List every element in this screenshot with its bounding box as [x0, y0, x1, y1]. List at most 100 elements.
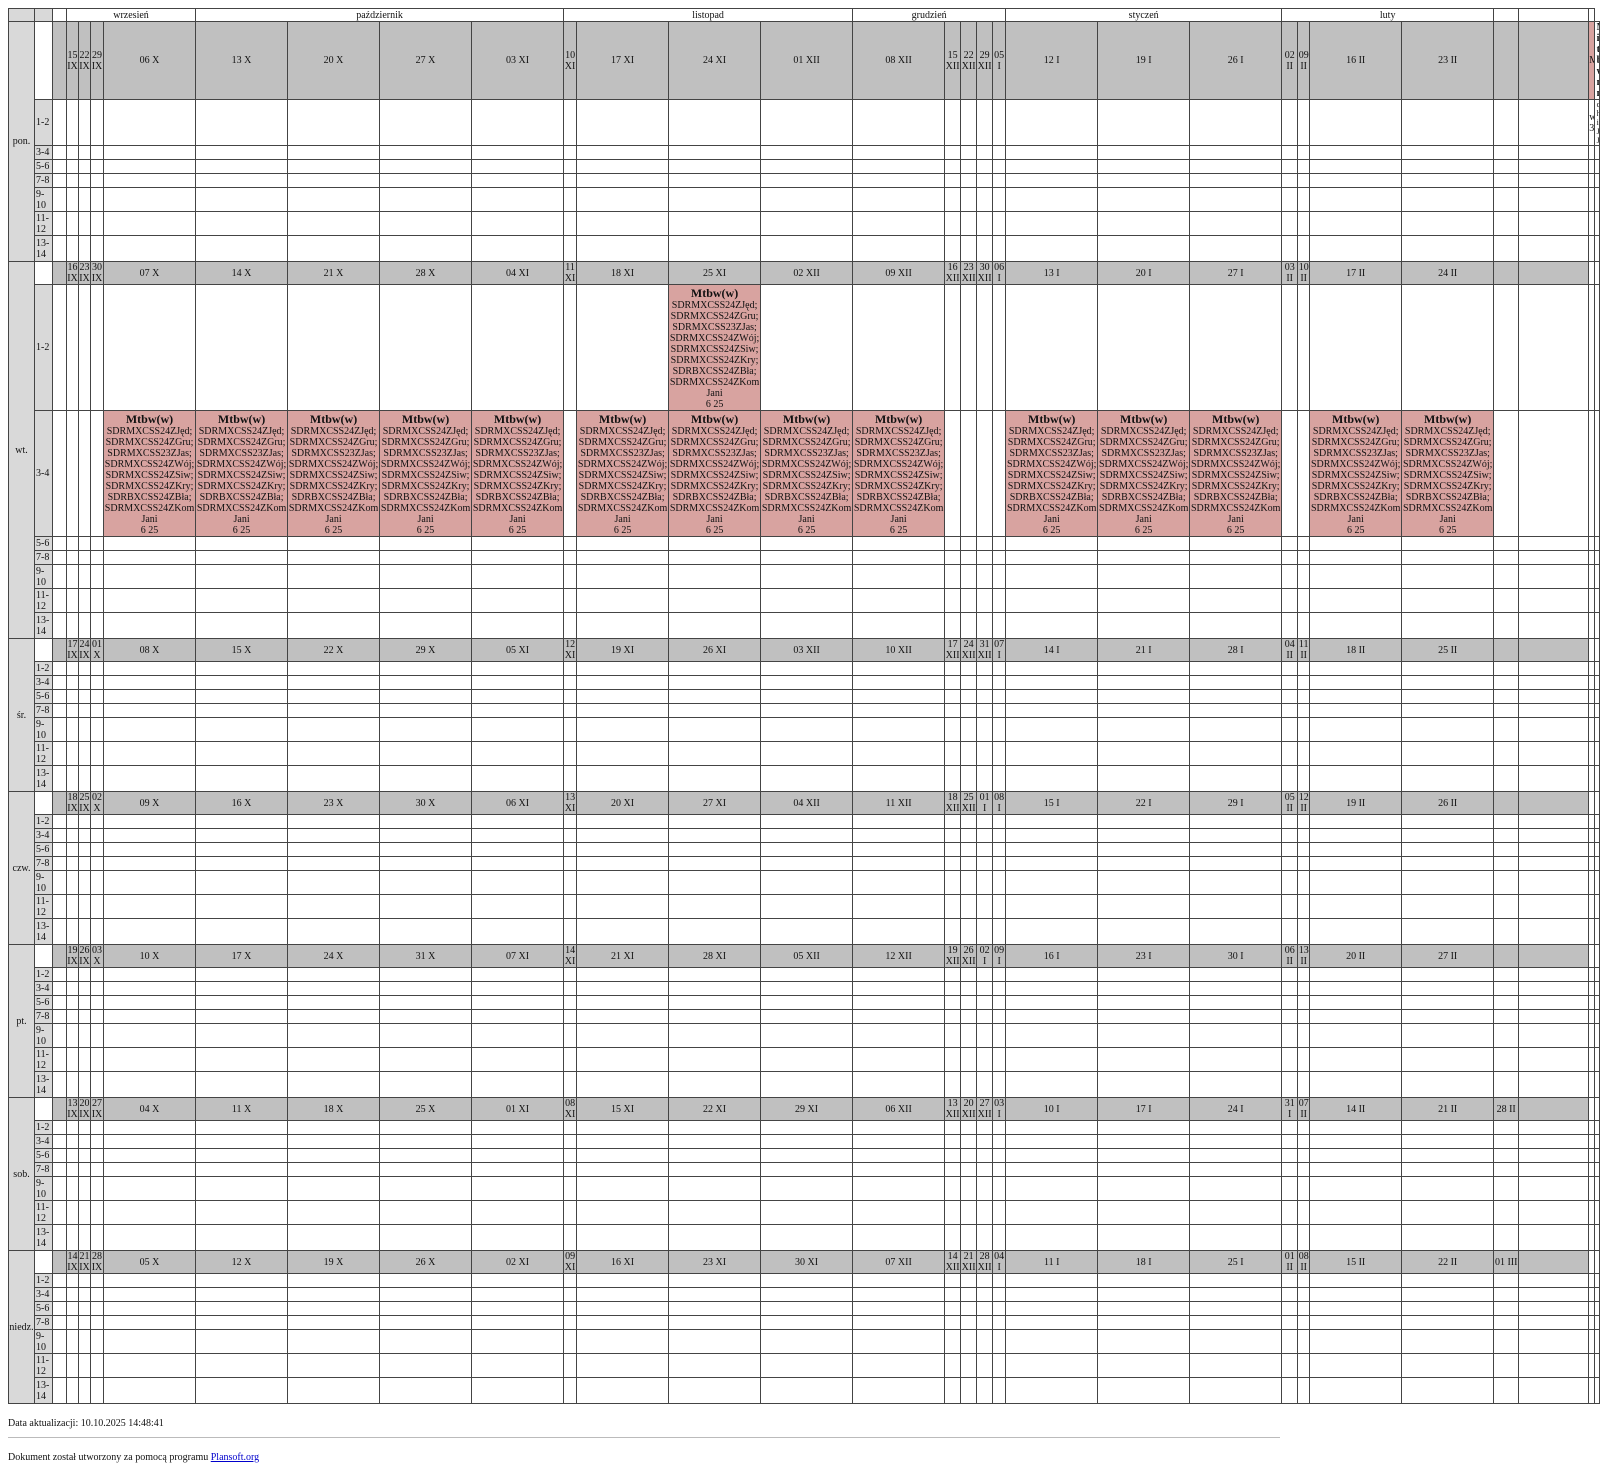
event-group: SDRMXCSS24ZGru;: [670, 311, 759, 322]
class-event[interactable]: Mtbw(w) SDRMXCSS24ZJęd; SDRMXCSS24ZGru; SDR…: [287, 410, 381, 537]
slot-cell: [944, 564, 962, 589]
slot-cell: [760, 1301, 854, 1316]
slot-spacer: [52, 870, 67, 895]
class-event[interactable]: Mtbw(w) SDRMXCSS24ZJęd; SDRMXCSS24ZGru; SDR…: [1401, 410, 1495, 537]
slot-header-blank: [52, 1097, 67, 1121]
slot-cell: [563, 981, 578, 996]
legend-extra: [1593, 1071, 1600, 1098]
event-group: SDRMXCSS24ZGru;: [197, 437, 286, 448]
slot-cell: [1518, 814, 1590, 829]
event-group: SDRMXCSS24ZJęd;: [671, 300, 758, 311]
class-event[interactable]: Mtbw(w) SDRMXCSS24ZJęd; SDRMXCSS24ZGru; SDR…: [1005, 410, 1099, 537]
class-event[interactable]: Mtbw(w) SDRMXCSS24ZJęd; SDRMXCSS24ZGru; SDR…: [102, 410, 197, 537]
slot-cell: [976, 828, 994, 843]
slot-cell: [1309, 717, 1403, 742]
slot-cell: [1493, 612, 1520, 639]
slot-cell: [760, 1353, 854, 1378]
event-group: SDRMXCSS24ZKom: [669, 377, 760, 388]
slot-cell: [195, 1176, 289, 1201]
slot-cell: [576, 1287, 670, 1302]
class-event[interactable]: Mtbw(w) SDRMXCSS24ZJęd; SDRMXCSS24ZGru; SDR…: [1309, 410, 1403, 537]
slot-label: 13-14: [34, 612, 53, 639]
slot-cell: [576, 159, 670, 174]
slot-cell: [976, 1023, 994, 1048]
class-event[interactable]: Mtbw(w) SDRMXCSS24ZJęd; SDRMXCSS24ZGru; SDR…: [471, 410, 565, 537]
slot-cell: [1281, 967, 1299, 982]
class-event[interactable]: Mtbw(w) SDRMXCSS24ZJęd; SDRMXCSS24ZGru; SDR…: [1189, 410, 1283, 537]
date-cell: 04 I: [992, 1250, 1007, 1274]
slot-cell: [1097, 588, 1191, 613]
class-event[interactable]: Mtbw(w) SDRMXCSS24ZJęd; SDRMXCSS24ZGru; SDR…: [576, 410, 670, 537]
plansoft-link[interactable]: Plansoft.org: [211, 1452, 259, 1463]
slot-cell: [379, 235, 473, 262]
slot-spacer: [52, 99, 67, 146]
slot-cell: [992, 675, 1007, 690]
date-cell: [1493, 791, 1520, 815]
date-cell: 12 XI: [563, 638, 578, 662]
slot-cell: [1297, 1009, 1311, 1024]
slot-cell: [90, 173, 104, 188]
slot-cell: [78, 235, 91, 262]
date-cell: 21 XII: [960, 1250, 978, 1274]
slot-cell: [1309, 1273, 1403, 1288]
slot-cell: [379, 1273, 473, 1288]
slot-spacer: [52, 187, 67, 212]
slot-row: 13-14: [9, 1071, 1600, 1098]
slot-cell: [78, 187, 91, 212]
slot-cell: [563, 717, 578, 742]
slot-cell: [102, 1047, 197, 1072]
slot-cell: [1518, 717, 1590, 742]
slot-cell: [992, 717, 1007, 742]
slot-cell: [1297, 995, 1311, 1010]
slot-cell: [1493, 995, 1520, 1010]
legend-extra: [1593, 564, 1600, 589]
class-event[interactable]: Mtbw(w) SDRMXCSS24ZJęd; SDRMXCSS24ZGru; SDR…: [668, 284, 762, 411]
slot-label: 1-2: [34, 814, 53, 829]
date-cell: 17 IX: [66, 638, 79, 662]
slot-cell: [960, 1162, 978, 1177]
event-group: SDRMXCSS24ZSiw;: [289, 470, 378, 481]
slot-cell: [668, 842, 762, 857]
slot-cell: [1309, 1224, 1403, 1251]
slot-label: 3-4: [34, 828, 53, 843]
slot-cell: [760, 661, 854, 676]
slot-cell: [976, 675, 994, 690]
slot-cell: [852, 995, 946, 1010]
event-group: SDRMXCSS24ZSiw;: [1191, 470, 1280, 481]
slot-cell: [976, 1120, 994, 1135]
slot-cell: [66, 1023, 79, 1048]
legend-extra: [1593, 1301, 1600, 1316]
class-event[interactable]: Mtbw(w) SDRMXCSS24ZJęd; SDRMXCSS24ZGru; SDR…: [379, 410, 473, 537]
slot-cell: [992, 1176, 1007, 1201]
date-cell: 08 XII: [852, 21, 946, 100]
date-cell: 24 I: [1189, 1097, 1283, 1121]
slot-cell: [563, 1224, 578, 1251]
event-group: SDRMXCSS24ZKom: [380, 503, 471, 514]
slot-cell: [760, 550, 854, 565]
slot-cell: [1281, 842, 1299, 857]
class-event[interactable]: Mtbw(w) SDRMXCSS24ZJęd; SDRMXCSS24ZGru; SDR…: [1097, 410, 1191, 537]
slot-cell: [195, 1287, 289, 1302]
class-event[interactable]: Mtbw(w) SDRMXCSS24ZJęd; SDRMXCSS24ZGru; SDR…: [852, 410, 946, 537]
slot-cell: [1097, 1023, 1191, 1048]
event-group: SDRMXCSS24ZKom: [1098, 503, 1189, 514]
slot-cell: [102, 1224, 197, 1251]
slot-cell: [1297, 1315, 1311, 1330]
class-event[interactable]: Mtbw(w) SDRMXCSS24ZJęd; SDRMXCSS24ZGru; SDR…: [668, 410, 762, 537]
slot-cell: [976, 814, 994, 829]
class-event[interactable]: Mtbw(w) SDRMXCSS24ZJęd; SDRMXCSS24ZGru; SDR…: [195, 410, 289, 537]
slot-cell: [379, 828, 473, 843]
date-cell: 16 X: [195, 791, 289, 815]
slot-cell: [992, 588, 1007, 613]
slot-cell: [576, 1329, 670, 1354]
slot-label: 7-8: [34, 550, 53, 565]
slot-cell: [563, 1329, 578, 1354]
event-room: 6 25: [889, 525, 908, 536]
slot-cell: [1493, 1377, 1520, 1404]
date-cell: 07 XII: [852, 1250, 946, 1274]
slot-cell: [760, 967, 854, 982]
class-event[interactable]: Mtbw(w) SDRMXCSS24ZJęd; SDRMXCSS24ZGru; SDR…: [760, 410, 854, 537]
slot-cell: [1518, 1009, 1590, 1024]
slot-cell: [576, 741, 670, 766]
slot-cell: [576, 675, 670, 690]
